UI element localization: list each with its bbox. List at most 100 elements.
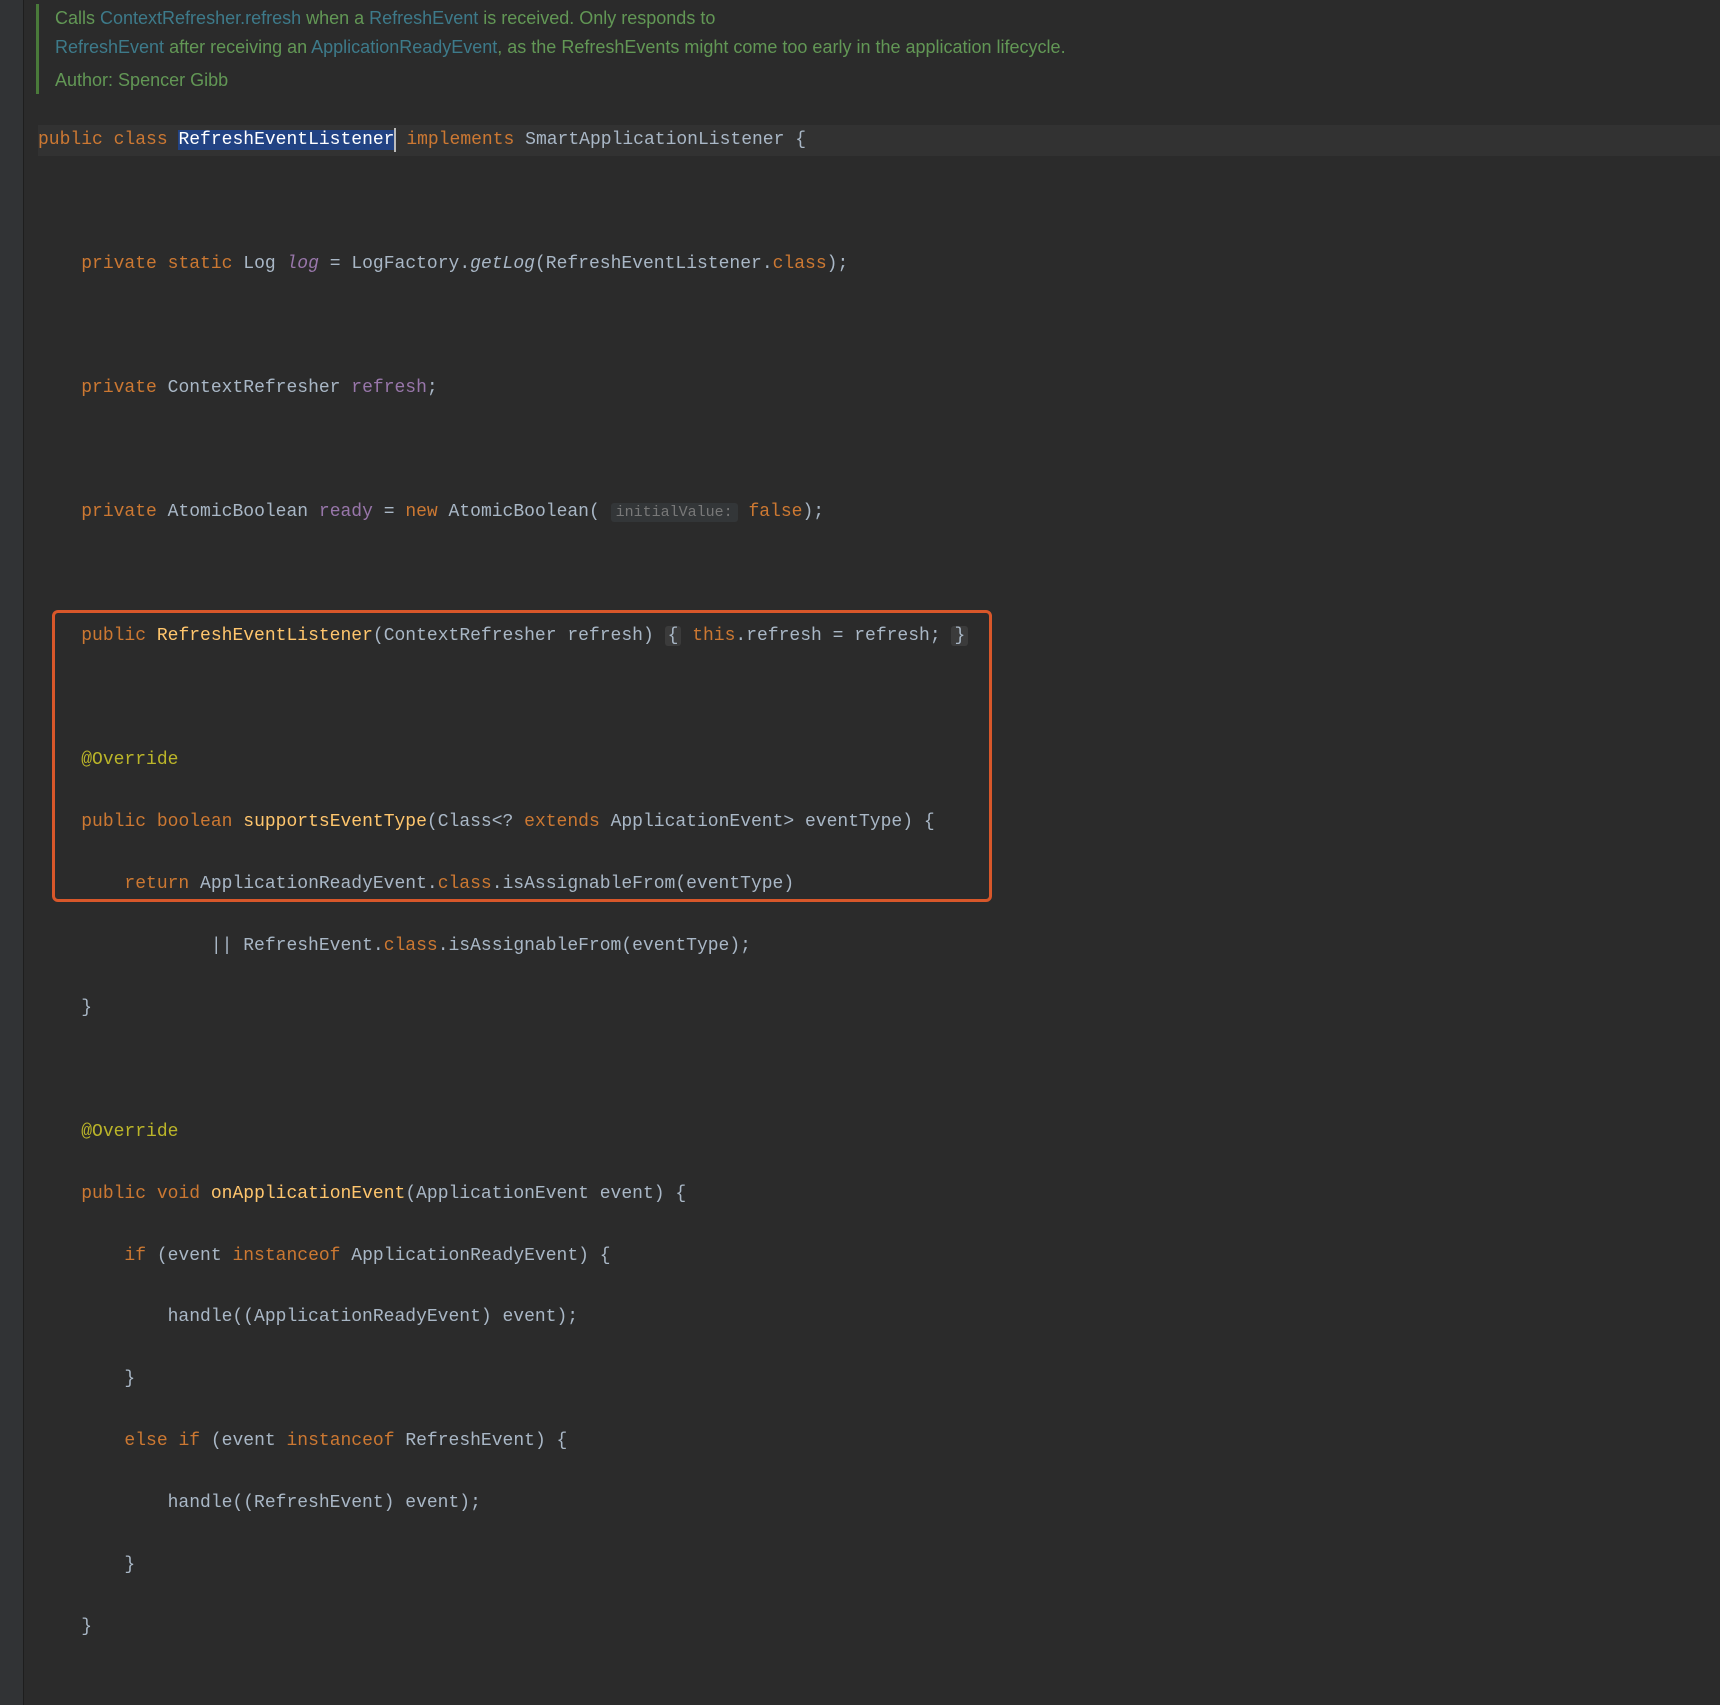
keyword: public (81, 812, 146, 832)
keyword: extends (524, 812, 600, 832)
keyword: class (438, 874, 492, 894)
keyword: private (81, 502, 157, 522)
code-line[interactable]: handle((ApplicationReadyEvent) event); (38, 1302, 1720, 1333)
type-ref: ApplicationReadyEvent. (200, 874, 438, 894)
fold-close[interactable]: } (951, 626, 968, 646)
keyword: static (168, 254, 233, 274)
brace: { (795, 130, 806, 150)
javadoc-block: Calls ContextRefresher.refresh when a Re… (36, 4, 1720, 94)
code-text: (event (200, 1431, 286, 1451)
code-area[interactable]: public class RefreshEventListener implem… (28, 94, 1720, 1705)
code-text: ApplicationReadyEvent) { (340, 1246, 610, 1266)
code-line[interactable]: || RefreshEvent.class.isAssignableFrom(e… (38, 931, 1720, 962)
annotation: @Override (81, 1122, 178, 1142)
param: ContextRefresher refresh (384, 626, 643, 646)
code-line[interactable] (38, 187, 1720, 218)
code-text: ApplicationEvent> eventType) { (600, 812, 935, 832)
code-editor[interactable]: Calls ContextRefresher.refresh when a Re… (0, 0, 1720, 1705)
code-line[interactable]: return ApplicationReadyEvent.class.isAss… (38, 869, 1720, 900)
doc-text: when a (301, 8, 369, 28)
keyword: public (81, 626, 146, 646)
code-line[interactable]: public boolean supportsEventType(Class<?… (38, 807, 1720, 838)
type-ref: Log (243, 254, 275, 274)
doc-link-refresh[interactable]: ContextRefresher.refresh (100, 8, 301, 28)
code-text: handle((ApplicationReadyEvent) event); (168, 1307, 578, 1327)
doc-text: is received. Only responds to (478, 8, 715, 28)
type-ref: AtomicBoolean (168, 502, 308, 522)
code-line[interactable]: private ContextRefresher refresh; (38, 373, 1720, 404)
keyword: class (773, 254, 827, 274)
code-line[interactable] (38, 683, 1720, 714)
code-line[interactable]: } (38, 1550, 1720, 1581)
type-ref: RefreshEventListener. (546, 254, 773, 274)
keyword: implements (406, 130, 514, 150)
keyword: void (157, 1184, 200, 1204)
doc-text: , as the RefreshEvents might come too ea… (497, 37, 1065, 57)
keyword: new (405, 502, 437, 522)
doc-author: Spencer Gibb (113, 70, 228, 90)
code-line[interactable]: } (38, 1612, 1720, 1643)
code-text: handle((RefreshEvent) event); (168, 1493, 481, 1513)
keyword: instanceof (232, 1246, 340, 1266)
keyword: public (38, 130, 103, 150)
code-line[interactable]: @Override (38, 745, 1720, 776)
code-text: (event (146, 1246, 232, 1266)
brace: } (124, 1369, 135, 1389)
code-text: .refresh = refresh; (735, 626, 951, 646)
keyword: if (178, 1431, 200, 1451)
keyword: class (384, 936, 438, 956)
type-ref: SmartApplicationListener (525, 130, 784, 150)
keyword: class (114, 130, 168, 150)
code-line[interactable]: @Override (38, 1117, 1720, 1148)
code-text: (Class<? (427, 812, 524, 832)
code-text: RefreshEvent) { (395, 1431, 568, 1451)
doc-link-refreshevent2[interactable]: RefreshEvent (55, 37, 164, 57)
code-line[interactable]: private AtomicBoolean ready = new Atomic… (38, 497, 1720, 528)
code-text: .isAssignableFrom(eventType) (492, 874, 794, 894)
code-text: .isAssignableFrom(eventType); (438, 936, 751, 956)
code-line[interactable]: public RefreshEventListener(ContextRefre… (38, 621, 1720, 652)
fold-open[interactable]: { (665, 626, 682, 646)
code-line[interactable] (38, 435, 1720, 466)
doc-link-appready[interactable]: ApplicationReadyEvent (311, 37, 497, 57)
field: ready (319, 502, 373, 522)
operator: || (211, 936, 243, 956)
param-hint: initialValue: (611, 503, 738, 522)
code-line[interactable] (38, 559, 1720, 590)
keyword: public (81, 1184, 146, 1204)
type-ref: RefreshEvent. (243, 936, 383, 956)
doc-text: after receiving an (164, 37, 311, 57)
code-line[interactable] (38, 311, 1720, 342)
code-line[interactable]: handle((RefreshEvent) event); (38, 1488, 1720, 1519)
keyword: false (748, 502, 802, 522)
code-line[interactable]: } (38, 1364, 1720, 1395)
method: supportsEventType (243, 812, 427, 832)
keyword: this (692, 626, 735, 646)
keyword: boolean (157, 812, 233, 832)
doc-text: Calls (55, 8, 100, 28)
selected-classname: RefreshEventListener (178, 130, 394, 150)
constructor: RefreshEventListener (157, 626, 373, 646)
brace: } (124, 1555, 135, 1575)
code-line[interactable]: } (38, 993, 1720, 1024)
keyword: return (124, 874, 189, 894)
keyword: else (124, 1431, 167, 1451)
brace: } (81, 1617, 92, 1637)
doc-author-label: Author: (55, 70, 113, 90)
type-ref: LogFactory (351, 254, 459, 274)
keyword: instanceof (286, 1431, 394, 1451)
code-line[interactable]: else if (event instanceof RefreshEvent) … (38, 1426, 1720, 1457)
code-line[interactable]: private static Log log = LogFactory.getL… (38, 249, 1720, 280)
annotation: @Override (81, 750, 178, 770)
code-line[interactable]: if (event instanceof ApplicationReadyEve… (38, 1241, 1720, 1272)
code-line[interactable] (38, 1055, 1720, 1086)
type-ref: AtomicBoolean (449, 502, 589, 522)
code-text: (ApplicationEvent event) { (405, 1184, 686, 1204)
code-line[interactable]: public void onApplicationEvent(Applicati… (38, 1179, 1720, 1210)
code-line[interactable]: public class RefreshEventListener implem… (38, 125, 1720, 156)
keyword: private (81, 378, 157, 398)
doc-link-refreshevent[interactable]: RefreshEvent (369, 8, 478, 28)
method: onApplicationEvent (211, 1184, 405, 1204)
field: log (287, 254, 319, 274)
editor-gutter (0, 0, 24, 1705)
